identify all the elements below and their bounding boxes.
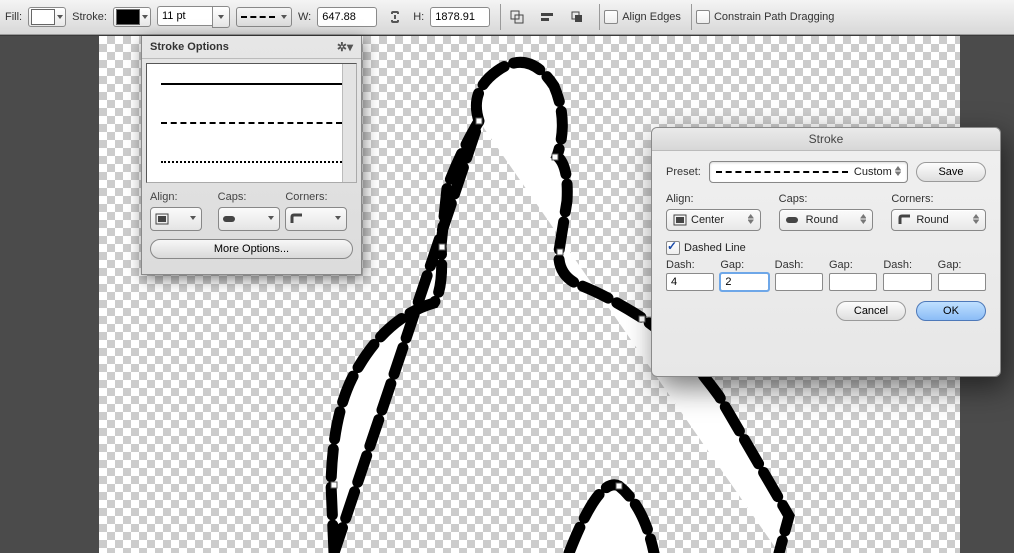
- flyout-align-label: Align:: [150, 191, 218, 203]
- dash-input-0[interactable]: [666, 273, 714, 291]
- flyout-title-bar: Stroke Options ✲▾: [142, 36, 361, 59]
- save-preset-button[interactable]: Save: [916, 162, 986, 182]
- options-bar: Fill: Stroke: W: H: Align Edges Constrai…: [0, 0, 1014, 35]
- dash-label-4: Dash:: [883, 259, 931, 271]
- dashed-line-label: Dashed Line: [684, 242, 746, 254]
- width-input[interactable]: [317, 7, 377, 27]
- gear-icon[interactable]: ✲▾: [337, 40, 353, 54]
- separator: [691, 4, 692, 30]
- path-arrange-icon[interactable]: [565, 6, 589, 28]
- separator: [599, 4, 600, 30]
- align-center-icon: [673, 214, 687, 226]
- stroke-style-button[interactable]: [236, 7, 292, 27]
- dash-label-2: Dash:: [775, 259, 823, 271]
- stroke-width-field[interactable]: [157, 6, 230, 28]
- dash-label-5: Gap:: [938, 259, 986, 271]
- fill-swatch-button[interactable]: [28, 7, 66, 27]
- dialog-title: Stroke: [652, 128, 1000, 151]
- preset-value-text: Custom: [854, 166, 892, 178]
- preset-dash-icon: [716, 171, 848, 173]
- stroke-style-list[interactable]: [146, 63, 357, 183]
- style-list-scrollbar[interactable]: [342, 64, 356, 182]
- stroke-label: Stroke:: [72, 11, 107, 23]
- flyout-corners-label: Corners:: [285, 191, 353, 203]
- separator: [500, 4, 501, 30]
- corner-round-icon: [290, 213, 304, 225]
- dash-input-1[interactable]: [720, 273, 768, 291]
- ok-button[interactable]: OK: [916, 301, 986, 321]
- style-dashed-row[interactable]: [161, 122, 342, 124]
- dialog-caps-value: Round: [806, 214, 838, 226]
- style-solid-row[interactable]: [161, 83, 342, 85]
- flyout-corners-select[interactable]: [285, 207, 347, 231]
- constrain-label: Constrain Path Dragging: [714, 11, 834, 23]
- dashed-style-icon: [241, 16, 275, 18]
- path-align-icon[interactable]: [535, 6, 559, 28]
- align-center-icon: [155, 213, 169, 225]
- dash-label-0: Dash:: [666, 259, 714, 271]
- height-input[interactable]: [430, 7, 490, 27]
- dash-input-2[interactable]: [775, 273, 823, 291]
- cap-round-icon: [223, 214, 239, 224]
- preset-select[interactable]: Custom: [709, 161, 908, 183]
- dialog-corners-select[interactable]: Round: [891, 209, 986, 231]
- dialog-align-label: Align:: [666, 193, 761, 205]
- dialog-corners-value: Round: [916, 214, 948, 226]
- preset-label: Preset:: [666, 166, 701, 178]
- align-edges-checkbox[interactable]: [604, 10, 618, 24]
- fill-label: Fill:: [5, 11, 22, 23]
- corner-round-icon: [898, 214, 912, 226]
- dialog-corners-label: Corners:: [891, 193, 986, 205]
- style-dotted-row[interactable]: [161, 161, 342, 163]
- flyout-align-select[interactable]: [150, 207, 202, 231]
- cancel-button[interactable]: Cancel: [836, 301, 906, 321]
- dash-label-3: Gap:: [829, 259, 877, 271]
- constrain-checkbox[interactable]: [696, 10, 710, 24]
- path-combine-icon[interactable]: [505, 6, 529, 28]
- dialog-align-value: Center: [691, 214, 724, 226]
- stroke-width-dropdown[interactable]: [212, 6, 230, 28]
- stroke-options-flyout: Stroke Options ✲▾ Align: Caps:: [141, 36, 362, 275]
- link-wh-icon[interactable]: [383, 6, 407, 28]
- more-options-button[interactable]: More Options...: [150, 239, 353, 259]
- dashed-line-checkbox[interactable]: [666, 241, 680, 255]
- height-label: H:: [413, 11, 424, 23]
- dash-input-5[interactable]: [938, 273, 986, 291]
- flyout-title-text: Stroke Options: [150, 41, 229, 53]
- stroke-swatch-icon: [116, 9, 140, 25]
- stroke-swatch-button[interactable]: [113, 7, 151, 27]
- cap-round-icon: [786, 215, 802, 225]
- dialog-align-select[interactable]: Center: [666, 209, 761, 231]
- align-edges-label: Align Edges: [622, 11, 681, 23]
- fill-swatch-icon: [31, 9, 55, 25]
- dash-input-3[interactable]: [829, 273, 877, 291]
- dash-label-1: Gap:: [720, 259, 768, 271]
- stroke-dialog: Stroke Preset: Custom Save Align: Center: [651, 127, 1001, 377]
- width-label: W:: [298, 11, 311, 23]
- dialog-caps-select[interactable]: Round: [779, 209, 874, 231]
- flyout-caps-select[interactable]: [218, 207, 280, 231]
- dash-input-4[interactable]: [883, 273, 931, 291]
- dialog-caps-label: Caps:: [779, 193, 874, 205]
- flyout-caps-label: Caps:: [218, 191, 286, 203]
- stroke-width-input[interactable]: [157, 6, 212, 26]
